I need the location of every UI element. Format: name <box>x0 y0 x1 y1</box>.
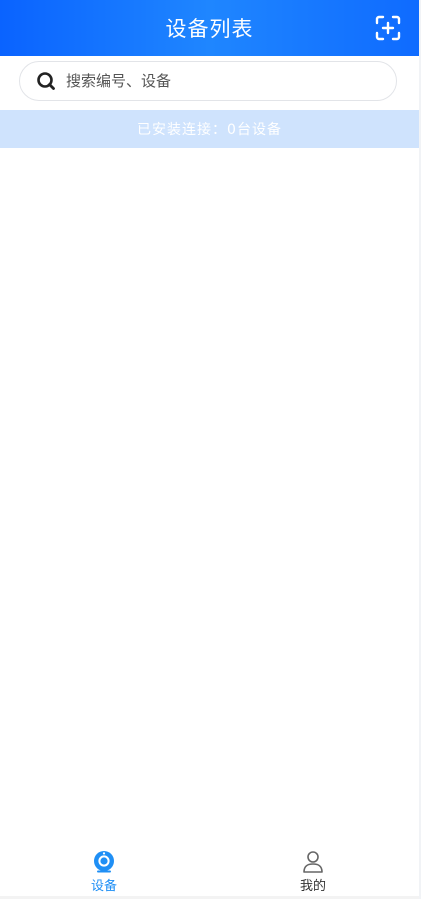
app-header: 设备列表 <box>0 0 419 56</box>
search-input[interactable] <box>66 72 366 90</box>
camera-icon <box>94 851 114 873</box>
search-bar[interactable] <box>19 61 397 101</box>
connection-status-bar: 已安装连接：0台设备 <box>0 110 419 148</box>
scan-add-button[interactable] <box>374 14 402 42</box>
page-title: 设备列表 <box>165 17 254 41</box>
connection-status-text: 已安装连接：0台设备 <box>137 122 282 138</box>
tab-mine-label: 我的 <box>299 879 326 894</box>
tab-device-label: 设备 <box>90 879 117 894</box>
person-icon <box>303 851 323 873</box>
device-list-screen: 设备列表 已安装连接：0台设备 <box>0 0 419 899</box>
tab-device[interactable]: 设备 <box>74 850 134 896</box>
bottom-tab-bar: 设备 我的 <box>0 846 419 896</box>
tab-mine[interactable]: 我的 <box>283 850 343 896</box>
device-list <box>0 148 419 838</box>
search-icon <box>36 71 56 91</box>
scan-add-icon <box>375 15 401 41</box>
